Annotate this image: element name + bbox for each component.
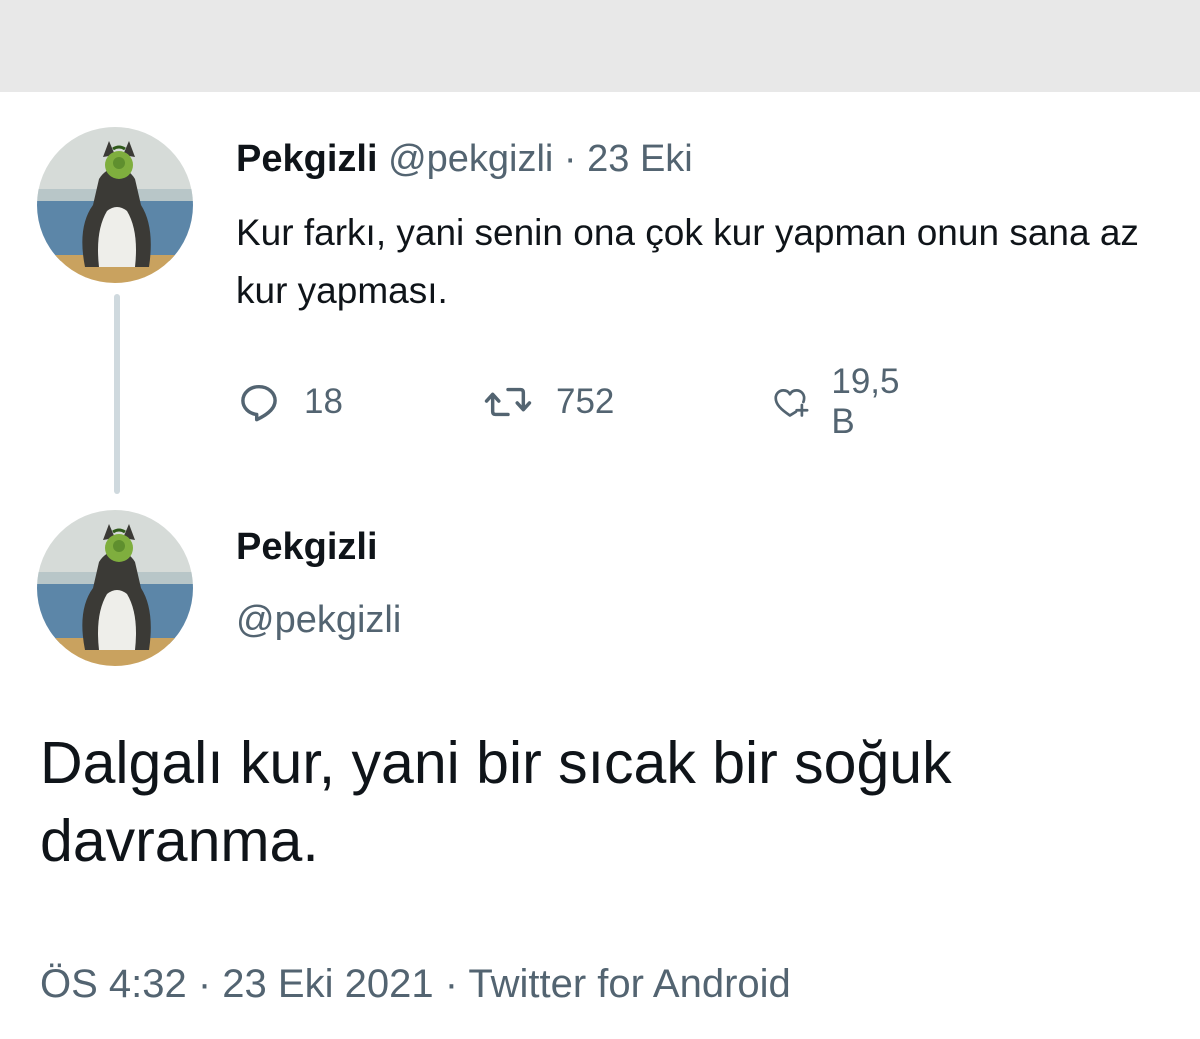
tweet2-handle[interactable]: @pekgizli <box>236 597 401 643</box>
reply-count: 18 <box>304 382 343 421</box>
retweet-icon <box>484 387 532 417</box>
reply-icon <box>241 384 277 422</box>
cat-avatar-image <box>37 510 193 666</box>
avatar[interactable] <box>37 510 193 666</box>
heart-plus-icon <box>774 388 809 417</box>
like-button[interactable]: 19,5 B <box>772 362 910 441</box>
tweet1-meta[interactable]: @pekgizli · 23 Eki <box>388 138 693 180</box>
tweet2-timestamp-source[interactable]: ÖS 4:32 · 23 Eki 2021 · Twitter for Andr… <box>40 959 791 1009</box>
like-count: 19,5 B <box>831 362 900 441</box>
tweet1-text: Kur farkı, yani senin ona çok kur yapman… <box>236 212 1139 311</box>
tweet2-display-name[interactable]: Pekgizli <box>236 524 378 570</box>
top-bar <box>0 0 1200 92</box>
avatar[interactable] <box>37 127 193 283</box>
retweet-button[interactable]: 752 <box>482 376 614 428</box>
tweet2-text: Dalgalı kur, yani bir sıcak bir soğuk da… <box>40 730 952 874</box>
reply-button[interactable]: 18 <box>236 376 343 428</box>
tweet1-display-name[interactable]: Pekgizli <box>236 138 378 180</box>
retweet-count: 752 <box>556 382 615 421</box>
cat-avatar-image <box>37 127 193 283</box>
thread-connector-line <box>114 294 120 494</box>
tweet1-header: Pekgizli @pekgizli · 23 Eki <box>236 136 693 182</box>
tweet-thread: Pekgizli @pekgizli · 23 Eki Kur farkı, y… <box>0 92 1200 1039</box>
